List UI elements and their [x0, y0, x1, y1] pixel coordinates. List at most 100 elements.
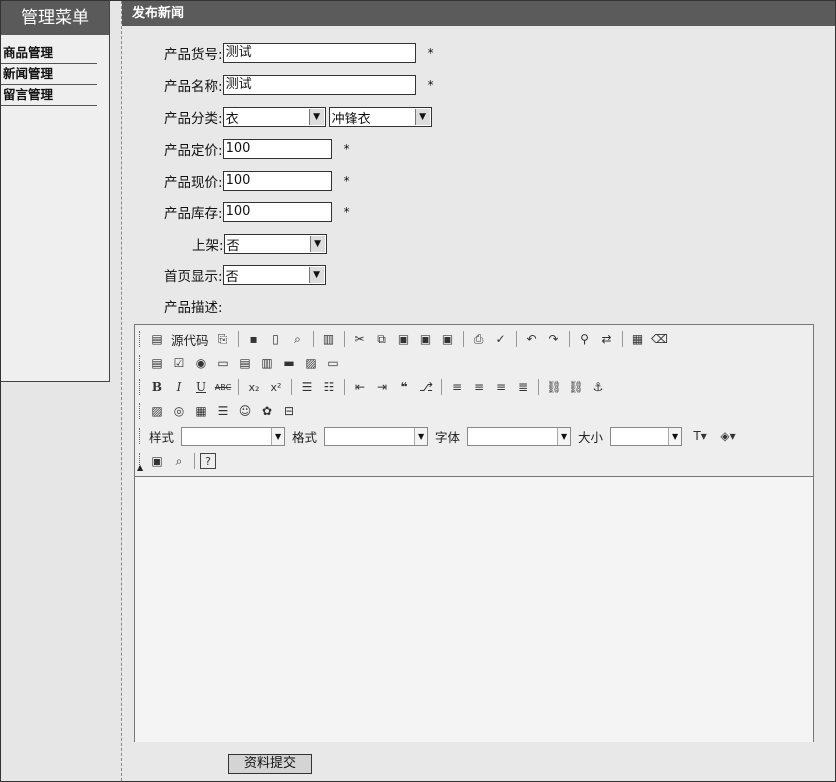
- image-button-icon[interactable]: ▨: [301, 353, 321, 373]
- toolbar-row-6: ▣ ⌕ ?: [139, 450, 216, 472]
- flash-icon[interactable]: ◎: [169, 401, 189, 421]
- image-icon[interactable]: ▨: [147, 401, 167, 421]
- undo-icon[interactable]: ↶: [522, 329, 542, 349]
- paste-word-icon[interactable]: ▣: [438, 329, 458, 349]
- blockquote-icon[interactable]: ❝: [394, 377, 414, 397]
- description-row: 产品描述:: [164, 295, 223, 317]
- sidebar-item-news[interactable]: 新闻管理: [1, 64, 97, 85]
- toolbar-separator: [568, 331, 570, 347]
- cut-icon[interactable]: ✂: [350, 329, 370, 349]
- print-icon[interactable]: ⎙: [469, 329, 489, 349]
- find-icon[interactable]: ⚲: [575, 329, 595, 349]
- remove-format-icon[interactable]: ⌫: [650, 329, 670, 349]
- smiley-icon[interactable]: ☺: [235, 401, 255, 421]
- templates-icon[interactable]: ▥: [319, 329, 339, 349]
- subcategory-select[interactable]: 冲锋衣 ▼: [328, 107, 432, 127]
- rich-text-editor: ▤ 源代码 ⎘ ▪ ▯ ⌕ ▥ ✂ ⧉ ▣ ▣ ▣ ⎙ ✓ ↶ ↷ ⚲ ⇄ ▦ …: [134, 324, 814, 742]
- indent-icon[interactable]: ⇥: [372, 377, 392, 397]
- align-right-icon[interactable]: ≡: [491, 377, 511, 397]
- size-dropdown[interactable]: ▼: [610, 426, 683, 446]
- format-dropdown[interactable]: ▼: [324, 426, 429, 446]
- maximize-icon[interactable]: ▣: [147, 451, 167, 471]
- homepage-select[interactable]: 否 ▼: [222, 265, 326, 285]
- name-input[interactable]: 测试: [222, 75, 416, 95]
- subscript-icon[interactable]: x₂: [244, 377, 264, 397]
- toolbar-separator: [344, 379, 345, 395]
- select-field-icon[interactable]: ▥: [257, 353, 277, 373]
- list-price-required: *: [343, 142, 350, 156]
- select-all-icon[interactable]: ▦: [628, 329, 648, 349]
- chevron-down-icon: ▼: [308, 267, 324, 283]
- submit-button[interactable]: 资料提交: [228, 754, 312, 774]
- superscript-icon[interactable]: x²: [266, 377, 286, 397]
- paste-icon[interactable]: ▣: [394, 329, 414, 349]
- toolbar-row-4: ▨ ◎ ▦ ☰ ☺ ✿ ⊟: [139, 400, 299, 422]
- redo-icon[interactable]: ↷: [544, 329, 564, 349]
- template-icon[interactable]: ⎘: [213, 329, 233, 349]
- link-icon[interactable]: ⛓: [544, 377, 564, 397]
- align-justify-icon[interactable]: ≣: [513, 377, 533, 397]
- homepage-label: 首页显示:: [164, 269, 223, 285]
- toolbar-row-1: ▤ 源代码 ⎘ ▪ ▯ ⌕ ▥ ✂ ⧉ ▣ ▣ ▣ ⎙ ✓ ↶ ↷ ⚲ ⇄ ▦ …: [139, 328, 670, 350]
- sidebar-menu: 商品管理 新闻管理 留言管理: [1, 43, 109, 106]
- style-dropdown[interactable]: ▼: [181, 426, 286, 446]
- sidebar-item-messages[interactable]: 留言管理: [1, 85, 97, 106]
- current-price-input[interactable]: 100: [222, 171, 332, 191]
- italic-icon[interactable]: I: [169, 377, 189, 397]
- spellcheck-icon[interactable]: ✓: [491, 329, 511, 349]
- underline-icon[interactable]: U: [191, 377, 211, 397]
- text-color-icon[interactable]: T▾: [687, 426, 713, 446]
- save-icon[interactable]: ▪: [244, 329, 264, 349]
- chevron-down-icon: ▼: [271, 427, 285, 445]
- horizontal-rule-icon[interactable]: ☰: [213, 401, 233, 421]
- list-price-label: 产品定价:: [164, 143, 223, 159]
- help-icon[interactable]: ?: [200, 453, 216, 469]
- copy-icon[interactable]: ⧉: [372, 329, 392, 349]
- sku-input[interactable]: 测试: [222, 43, 416, 63]
- textfield-icon[interactable]: ▭: [213, 353, 233, 373]
- div-icon[interactable]: ⎇: [416, 377, 436, 397]
- category-select[interactable]: 衣 ▼: [222, 107, 326, 127]
- sidebar: 管理菜单 商品管理 新闻管理 留言管理: [1, 1, 110, 382]
- table-icon[interactable]: ▦: [191, 401, 211, 421]
- outdent-icon[interactable]: ⇤: [350, 377, 370, 397]
- align-center-icon[interactable]: ≡: [469, 377, 489, 397]
- unlink-icon[interactable]: ⛓: [566, 377, 586, 397]
- new-page-icon[interactable]: ▯: [266, 329, 286, 349]
- anchor-icon[interactable]: ⚓: [588, 377, 608, 397]
- checkbox-icon[interactable]: ☑: [169, 353, 189, 373]
- toolbar-grip: [139, 379, 142, 395]
- paste-text-icon[interactable]: ▣: [416, 329, 436, 349]
- align-left-icon[interactable]: ≡: [447, 377, 467, 397]
- preview-icon[interactable]: ⌕: [288, 329, 308, 349]
- page-title: 发布新闻: [122, 1, 835, 26]
- sidebar-item-products[interactable]: 商品管理: [1, 43, 97, 64]
- form-icon[interactable]: ▤: [147, 353, 167, 373]
- on-shelf-row: 上架: 否 ▼: [192, 233, 327, 255]
- strikethrough-icon[interactable]: ABC: [213, 377, 233, 397]
- sku-label: 产品货号:: [164, 47, 223, 63]
- special-char-icon[interactable]: ✿: [257, 401, 277, 421]
- radio-icon[interactable]: ◉: [191, 353, 211, 373]
- font-dropdown[interactable]: ▼: [467, 426, 572, 446]
- textarea-icon[interactable]: ▤: [235, 353, 255, 373]
- chevron-down-icon: ▼: [308, 109, 324, 125]
- show-blocks-icon[interactable]: ⌕: [169, 451, 189, 471]
- category-label: 产品分类:: [164, 111, 223, 127]
- bold-icon[interactable]: B: [147, 377, 167, 397]
- collapse-toolbar-icon[interactable]: ▲: [137, 463, 143, 472]
- background-color-icon[interactable]: ◈▾: [715, 426, 741, 446]
- numbered-list-icon[interactable]: ☰: [297, 377, 317, 397]
- current-price-label: 产品现价:: [164, 175, 223, 191]
- source-button[interactable]: 源代码: [169, 330, 211, 349]
- bullet-list-icon[interactable]: ☷: [319, 377, 339, 397]
- toolbar-row-3: B I U ABC x₂ x² ☰ ☷ ⇤ ⇥ ❝ ⎇ ≡ ≡ ≡ ≣ ⛓ ⛓ …: [139, 376, 608, 398]
- page-break-icon[interactable]: ⊟: [279, 401, 299, 421]
- button-field-icon[interactable]: ▬: [279, 353, 299, 373]
- editor-content-area[interactable]: [135, 476, 813, 742]
- hidden-field-icon[interactable]: ▭: [323, 353, 343, 373]
- stock-input[interactable]: 100: [222, 202, 332, 222]
- replace-icon[interactable]: ⇄: [597, 329, 617, 349]
- list-price-input[interactable]: 100: [222, 139, 332, 159]
- on-shelf-select[interactable]: 否 ▼: [223, 234, 327, 254]
